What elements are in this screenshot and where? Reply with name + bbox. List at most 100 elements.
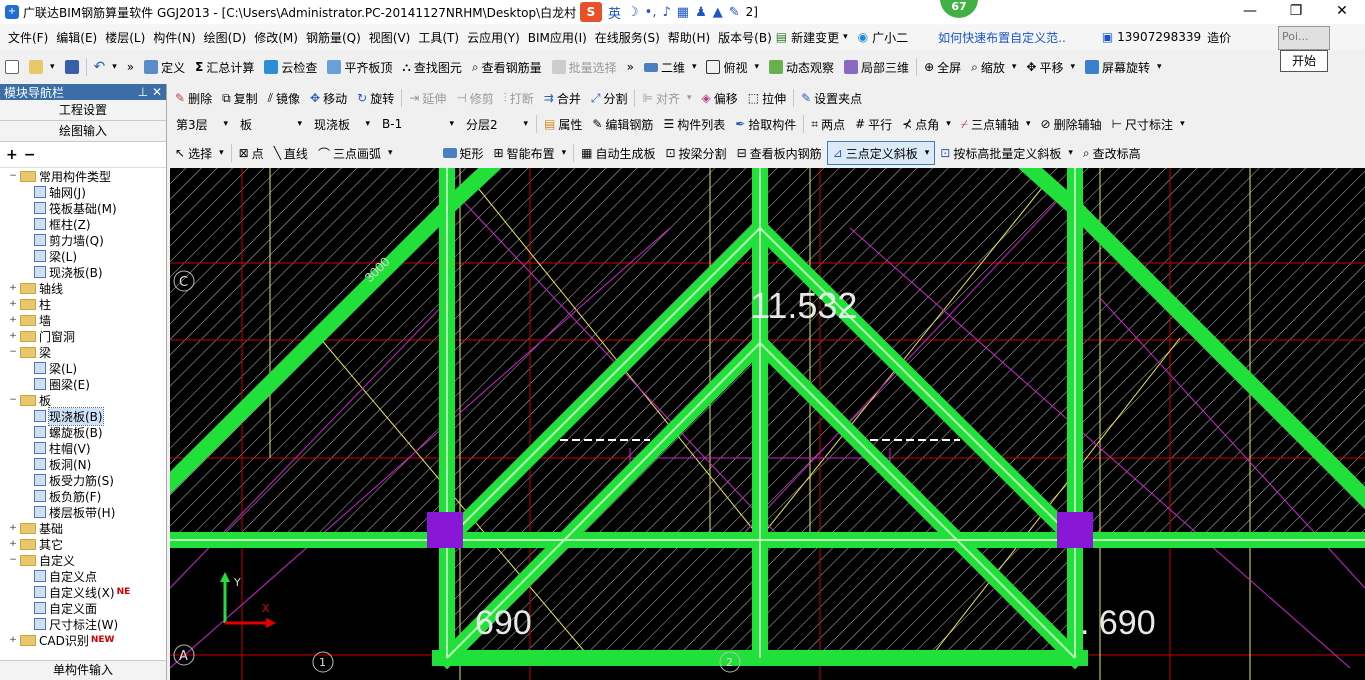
tree-toggle-icon[interactable]: − xyxy=(8,347,18,357)
cad-drawing[interactable]: 11.532 690 . 690 3000 C A 1 2 Y X xyxy=(170,168,1365,680)
pick-component-button[interactable]: ✒ 拾取构件 xyxy=(730,112,801,136)
edit-rebar-button[interactable]: ✎ 编辑钢筋 xyxy=(587,112,658,136)
beam-split-button[interactable]: ⊡ 按梁分割 xyxy=(660,141,731,165)
three-point-axis-button[interactable]: ⌿ 三点辅轴 ▾ xyxy=(956,112,1036,136)
menu-online[interactable]: 在线服务(S) xyxy=(591,29,664,46)
tree-item[interactable]: 剪力墙(Q) xyxy=(0,232,166,248)
category-select[interactable]: 板 ▾ xyxy=(236,114,306,134)
tree-item[interactable]: 自定义点 xyxy=(0,568,166,584)
tree-toggle-icon[interactable]: + xyxy=(8,523,18,533)
menu-bim[interactable]: BIM应用(I) xyxy=(524,29,591,46)
menu-modify[interactable]: 修改(M) xyxy=(250,29,302,46)
menu-rebar[interactable]: 钢筋量(Q) xyxy=(302,29,365,46)
tree-item[interactable]: 筏板基础(M) xyxy=(0,200,166,216)
tree-folder[interactable]: + 门窗洞 xyxy=(0,328,166,344)
menu-version[interactable]: 版本号(B) xyxy=(714,29,776,46)
hint-link[interactable]: 如何快速布置自定义范.. xyxy=(932,29,1072,46)
keyboard-icon[interactable]: ▦ xyxy=(677,5,689,20)
tree-item[interactable]: 梁(L) xyxy=(0,248,166,264)
tree-folder[interactable]: + 墙 xyxy=(0,312,166,328)
sum-button[interactable]: Σ 汇总计算 xyxy=(190,55,259,79)
line-button[interactable]: ╲ 直线 xyxy=(269,141,313,165)
column-right[interactable] xyxy=(1057,512,1093,548)
fullscreen-button[interactable]: ⊕ 全屏 xyxy=(919,55,966,79)
moon-icon[interactable]: ☽ xyxy=(627,5,639,20)
tree-folder[interactable]: + CAD识别 NEW xyxy=(0,632,166,648)
tree-item[interactable]: 梁(L) xyxy=(0,360,166,376)
menu-floor[interactable]: 楼层(L) xyxy=(101,29,149,46)
component-list-button[interactable]: ☰ 构件列表 xyxy=(658,112,730,136)
menu-file[interactable]: 文件(F) xyxy=(4,29,52,46)
point-angle-button[interactable]: ⊀ 点角 ▾ xyxy=(897,112,956,136)
menu-cloud[interactable]: 云应用(Y) xyxy=(463,29,524,46)
dimension-button[interactable]: ⊢ 尺寸标注 ▾ xyxy=(1107,112,1190,136)
undo-button[interactable]: ↶ ▾ xyxy=(89,55,122,79)
type-select[interactable]: 现浇板 ▾ xyxy=(310,114,374,134)
expand-all-icon[interactable]: + xyxy=(6,147,18,163)
three-point-slope-button[interactable]: ⊿ 三点定义斜板 ▾ xyxy=(826,141,936,165)
tree-folder[interactable]: − 自定义 xyxy=(0,552,166,568)
tree-toggle-icon[interactable]: − xyxy=(8,555,18,565)
zoom-button[interactable]: ⌕ 缩放 ▾ xyxy=(966,55,1021,79)
ime-lang[interactable]: 英 xyxy=(608,3,621,22)
tree-toggle-icon[interactable]: + xyxy=(8,539,18,549)
batch-slope-button[interactable]: ⊡ 按标高批量定义斜板 ▾ xyxy=(935,141,1078,165)
project-settings-button[interactable]: 工程设置 xyxy=(0,100,166,121)
tree-item[interactable]: 圈梁(E) xyxy=(0,376,166,392)
tree-folder[interactable]: + 其它 xyxy=(0,536,166,552)
offset-button[interactable]: ◈ 偏移 xyxy=(696,86,742,110)
drawing-canvas[interactable]: 11.532 690 . 690 3000 C A 1 2 Y X xyxy=(170,168,1365,680)
name-select[interactable]: B-1 ▾ xyxy=(378,114,458,134)
merge-button[interactable]: ⇉ 合并 xyxy=(539,86,586,110)
delete-button[interactable]: ✎ 删除 xyxy=(170,86,217,110)
sogou-icon[interactable]: S xyxy=(580,2,602,22)
tree-toggle-icon[interactable]: + xyxy=(8,315,18,325)
tree-toggle-icon[interactable]: + xyxy=(8,635,18,645)
tree-toggle-icon[interactable]: + xyxy=(8,299,18,309)
tree-item[interactable]: 尺寸标注(W) xyxy=(0,616,166,632)
tree-item[interactable]: 现浇板(B) xyxy=(0,406,166,426)
menu-draw[interactable]: 绘图(D) xyxy=(200,29,251,46)
layer-select[interactable]: 分层2 ▾ xyxy=(462,114,532,134)
maximize-button[interactable]: ❐ xyxy=(1273,0,1319,22)
smart-layout-button[interactable]: ⊞ 智能布置 ▾ xyxy=(489,141,572,165)
tree-item[interactable]: 轴网(J) xyxy=(0,184,166,200)
edit-elevation-button[interactable]: ⌕ 查改标高 xyxy=(1078,141,1146,165)
tree-folder[interactable]: − 板 xyxy=(0,392,166,408)
panel-close-icon[interactable]: ✕ xyxy=(152,85,162,99)
floor-select[interactable]: 第3层 ▾ xyxy=(172,114,232,134)
align-top-button[interactable]: 平齐板顶 xyxy=(322,55,397,79)
tree-toggle-icon[interactable]: − xyxy=(8,395,18,405)
tree-item[interactable]: 板负筋(F) xyxy=(0,488,166,504)
punct-icon[interactable]: •, xyxy=(645,5,657,20)
close-button[interactable]: ✕ xyxy=(1319,0,1365,22)
dynamic-view-button[interactable]: 动态观察 xyxy=(764,55,839,79)
tree-item[interactable]: 楼层板带(H) xyxy=(0,504,166,520)
tree-item[interactable]: 柱帽(V) xyxy=(0,440,166,456)
stretch-button[interactable]: ⬚ 拉伸 xyxy=(743,86,791,110)
cost-button[interactable]: 造价 xyxy=(1207,29,1231,46)
tree-toggle-icon[interactable]: + xyxy=(8,331,18,341)
pin-icon[interactable]: ⊥ xyxy=(138,85,148,99)
wrench-icon[interactable]: ✎ xyxy=(729,5,740,20)
single-component-input-button[interactable]: 单构件输入 xyxy=(0,660,166,680)
define-button[interactable]: 定义 xyxy=(139,55,190,79)
menu-view[interactable]: 视图(V) xyxy=(365,29,415,46)
column-left[interactable] xyxy=(427,512,463,548)
more-icon[interactable]: » xyxy=(122,55,139,79)
mic-icon[interactable]: ♪ xyxy=(662,5,670,20)
skin-icon[interactable]: ▲ xyxy=(713,5,723,20)
pan-button[interactable]: ✥ 平移 ▾ xyxy=(1021,55,1080,79)
popup-input[interactable]: Poi... xyxy=(1278,26,1330,50)
open-file-button[interactable]: ▾ xyxy=(24,55,60,79)
copy-button[interactable]: ⧉ 复制 xyxy=(217,86,263,110)
guang-xiaoer-button[interactable]: ◉ 广小二 xyxy=(858,29,909,46)
tree-folder[interactable]: − 梁 xyxy=(0,344,166,360)
view-rebar-button[interactable]: ⌕ 查看钢筋量 xyxy=(467,55,547,79)
rectangle-button[interactable]: 矩形 xyxy=(438,141,489,165)
tree-folder[interactable]: − 常用构件类型 xyxy=(0,168,166,184)
tree-item[interactable]: 现浇板(B) xyxy=(0,264,166,280)
tree-item[interactable]: 自定义面 xyxy=(0,600,166,616)
align-button[interactable]: ⊫ 对齐 ▾ xyxy=(637,86,696,110)
point-button[interactable]: ⊠ 点 xyxy=(234,141,269,165)
